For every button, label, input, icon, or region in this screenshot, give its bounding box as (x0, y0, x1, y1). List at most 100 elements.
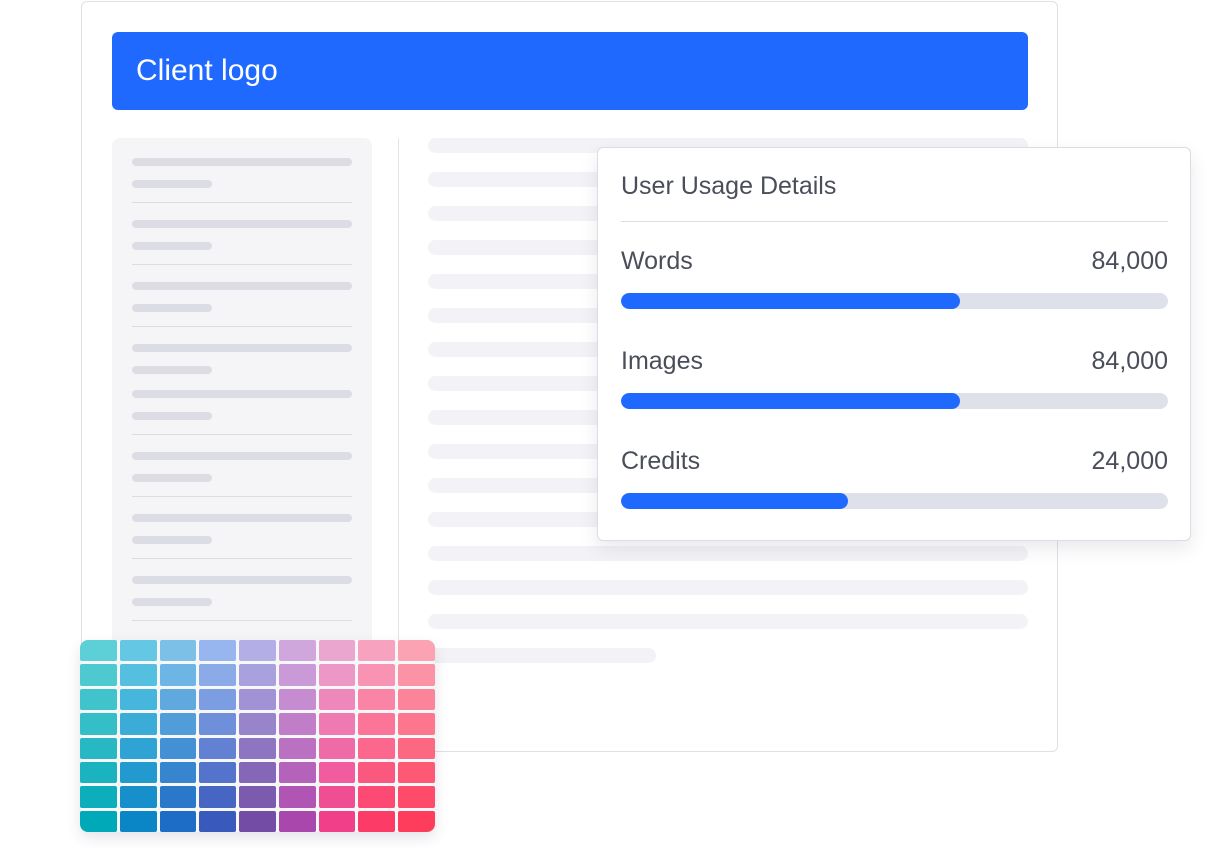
color-swatch (278, 810, 316, 832)
color-swatch (358, 640, 396, 662)
color-swatch (199, 810, 237, 832)
color-swatch (239, 688, 276, 711)
color-swatch (358, 761, 396, 784)
color-swatch (398, 713, 435, 735)
content-divider (398, 138, 399, 698)
metric-value: 24,000 (1091, 447, 1168, 475)
client-logo-bar: Client logo (112, 32, 1028, 110)
skeleton-line (132, 180, 212, 188)
progress-fill (621, 493, 848, 509)
skeleton-line (132, 576, 352, 584)
color-swatch (159, 786, 197, 808)
color-swatch (80, 640, 117, 662)
skeleton-divider (132, 558, 352, 559)
color-swatch (358, 664, 396, 686)
color-swatch (159, 688, 197, 711)
color-swatch (318, 737, 356, 759)
color-swatch (159, 640, 197, 662)
progress-track (621, 493, 1168, 509)
color-swatch (119, 664, 157, 686)
color-swatch (199, 761, 237, 784)
color-swatch (119, 786, 157, 808)
metric-words: Words 84,000 (621, 247, 1168, 309)
color-swatch (199, 786, 237, 808)
metric-label: Images (621, 347, 703, 375)
skeleton-divider (132, 496, 352, 497)
skeleton-divider (132, 264, 352, 265)
skeleton-line (132, 474, 212, 482)
content-skeleton-line (428, 614, 1028, 629)
metric-label: Words (621, 247, 693, 275)
color-swatch (199, 737, 237, 759)
color-swatch (318, 786, 356, 808)
color-swatch (159, 664, 197, 686)
skeleton-line (132, 344, 352, 352)
color-swatch (318, 640, 356, 662)
color-swatch (239, 664, 276, 686)
color-swatch (318, 713, 356, 735)
progress-track (621, 393, 1168, 409)
color-swatch (159, 810, 197, 832)
content-skeleton-line (428, 546, 1028, 561)
skeleton-divider (132, 434, 352, 435)
color-swatch (80, 737, 117, 759)
color-swatch (119, 640, 157, 662)
color-swatch (80, 786, 117, 808)
metric-value: 84,000 (1091, 347, 1168, 375)
color-swatch (119, 713, 157, 735)
color-swatch (358, 713, 396, 735)
color-swatch (358, 737, 396, 759)
color-swatch (159, 713, 197, 735)
usage-details-card: User Usage Details Words 84,000 Images 8… (597, 147, 1191, 541)
color-palette-grid (80, 640, 435, 832)
color-swatch (119, 688, 157, 711)
color-swatch (239, 640, 276, 662)
metric-images: Images 84,000 (621, 347, 1168, 409)
color-swatch (318, 761, 356, 784)
usage-card-divider (621, 221, 1168, 222)
color-swatch (358, 786, 396, 808)
skeleton-line (132, 220, 352, 228)
color-swatch (358, 688, 396, 711)
skeleton-divider (132, 620, 352, 621)
color-swatch (199, 640, 237, 662)
color-swatch (398, 761, 435, 784)
color-swatch (318, 810, 356, 832)
color-swatch (318, 664, 356, 686)
color-swatch (80, 761, 117, 784)
usage-card-title: User Usage Details (621, 172, 837, 200)
color-swatch (278, 688, 316, 711)
progress-fill (621, 293, 961, 309)
color-swatch (398, 786, 435, 808)
content-skeleton-line (428, 648, 656, 663)
progress-fill (621, 393, 961, 409)
color-swatch (278, 713, 316, 735)
skeleton-line (132, 412, 212, 420)
color-swatch (278, 737, 316, 759)
skeleton-line (132, 390, 352, 398)
skeleton-line (132, 304, 212, 312)
color-swatch (278, 761, 316, 784)
skeleton-line (132, 282, 352, 290)
color-swatch (398, 737, 435, 759)
skeleton-divider (132, 202, 352, 203)
skeleton-divider (132, 326, 352, 327)
color-swatch (80, 810, 117, 832)
color-swatch (398, 640, 435, 662)
skeleton-line (132, 242, 212, 250)
progress-track (621, 293, 1168, 309)
color-swatch (80, 688, 117, 711)
color-swatch (398, 688, 435, 711)
skeleton-line (132, 452, 352, 460)
color-swatch (239, 737, 276, 759)
color-swatch (80, 664, 117, 686)
skeleton-line (132, 514, 352, 522)
metric-value: 84,000 (1091, 247, 1168, 275)
color-swatch (278, 664, 316, 686)
color-swatch (199, 688, 237, 711)
skeleton-line (132, 598, 212, 606)
skeleton-line (132, 366, 212, 374)
color-swatch (119, 761, 157, 784)
color-swatch (199, 713, 237, 735)
color-swatch (278, 786, 316, 808)
